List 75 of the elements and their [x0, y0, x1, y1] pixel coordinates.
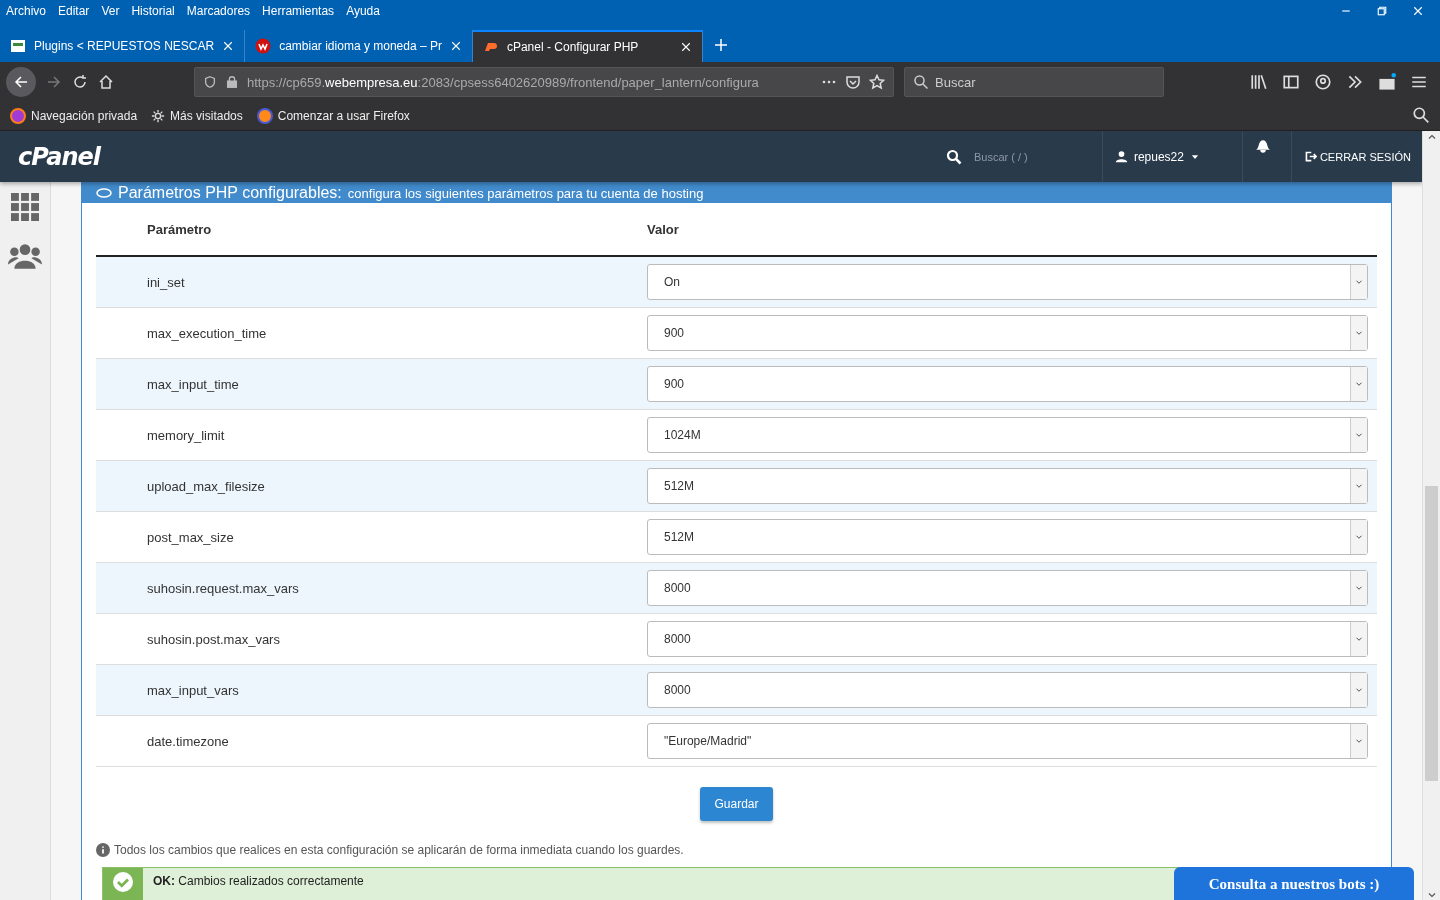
alert-message: OK: Cambios realizados correctamente: [152, 873, 365, 890]
close-icon: [449, 40, 462, 52]
account-icon: [1314, 73, 1332, 91]
panel-title: Parámetros PHP configurables:: [118, 184, 342, 202]
chevrons-icon: [1346, 73, 1364, 91]
value-dropdown[interactable]: 900: [647, 366, 1368, 402]
page-icon: [10, 38, 26, 54]
parameter-name: post_max_size: [146, 529, 235, 545]
shield-icon: [203, 75, 217, 89]
column-header: Valor: [647, 221, 680, 237]
user-icon: [1114, 150, 1128, 163]
cpanel-search-field[interactable]: Buscar ( / ): [945, 148, 1102, 165]
home-icon: [98, 74, 114, 90]
parameter-name: max_input_vars: [146, 682, 240, 698]
bell-icon: [1254, 137, 1271, 153]
parameter-name: memory_limit: [146, 427, 226, 443]
plus-icon: [712, 36, 729, 53]
library-icon: [1250, 73, 1268, 91]
search-icon: [945, 148, 962, 165]
menu-item[interactable]: Archivo: [6, 4, 46, 18]
parameter-name: date.timezone: [146, 733, 230, 749]
star-icon: [869, 74, 885, 90]
column-header: Parámetro: [146, 221, 213, 237]
value-dropdown[interactable]: 1024M: [647, 417, 1368, 453]
scrollbar-thumb[interactable]: [1425, 486, 1438, 781]
value-dropdown[interactable]: 512M: [647, 519, 1368, 555]
value-dropdown[interactable]: On: [647, 264, 1368, 300]
browser-search-field[interactable]: Buscar: [904, 67, 1164, 97]
value-dropdown[interactable]: 8000: [647, 621, 1368, 657]
parameter-name: upload_max_filesize: [146, 478, 266, 494]
parameter-name: max_execution_time: [146, 325, 268, 341]
bookmark-link[interactable]: Más visitados: [151, 109, 243, 123]
menu-item[interactable]: Marcadores: [186, 4, 251, 18]
cpanel-logo[interactable]: cPanel: [18, 142, 101, 171]
lock-icon: [225, 75, 239, 89]
address-field[interactable]: https://cp659.webempresa.eu:2083/cpsess6402620989/frontend/paper_lantern/configura: [194, 67, 894, 97]
circle-logo-icon: [255, 38, 272, 54]
info-icon: [96, 843, 110, 857]
panel-subtitle: configura los siguientes parámetros para tu cuenta de hosting: [347, 185, 704, 201]
menu-item[interactable]: Editar: [58, 4, 90, 18]
bookmark-link[interactable]: Navegación privada: [10, 108, 138, 124]
parameter-name: ini_set: [146, 274, 186, 290]
sidebar-icon: [1282, 73, 1300, 91]
grid-icon: [11, 193, 39, 221]
value-dropdown[interactable]: 512M: [647, 468, 1368, 504]
search-icon: [1412, 105, 1430, 124]
menu-item[interactable]: Herramientas: [262, 4, 335, 18]
check-icon: [113, 872, 133, 892]
info-note: Todos los cambios que realices en esta configuración se aplicarán de forma inmediata cuando los guardes.: [114, 843, 684, 857]
arrow-right-icon: [46, 74, 62, 90]
logout-icon: [1303, 150, 1317, 163]
back-button[interactable]: [6, 67, 36, 97]
menu-item[interactable]: Historial: [131, 4, 175, 18]
arrow-left-icon: [13, 74, 29, 90]
parameter-name: suhosin.post.max_vars: [146, 631, 281, 647]
parameter-name: suhosin.request.max_vars: [146, 580, 300, 596]
value-dropdown[interactable]: 8000: [647, 672, 1368, 708]
gear-icon: [151, 109, 166, 123]
close-icon: [679, 41, 692, 53]
close-icon: [222, 40, 235, 52]
restore-icon: [1376, 5, 1388, 17]
pocket-icon: [845, 74, 861, 90]
close-icon: [1412, 5, 1424, 17]
value-dropdown[interactable]: 8000: [647, 570, 1368, 606]
value-dropdown[interactable]: 900: [647, 315, 1368, 351]
save-button[interactable]: Guardar: [700, 787, 773, 821]
browser-tab[interactable]: cPanel - Configurar PHP: [472, 30, 703, 62]
reload-icon: [72, 74, 88, 90]
menu-item[interactable]: Ver: [101, 4, 120, 18]
bookmark-link[interactable]: Comenzar a usar Firefox: [256, 108, 410, 124]
parameter-name: max_input_time: [146, 376, 240, 392]
menu-item[interactable]: Ayuda: [346, 4, 380, 18]
search-icon: [913, 74, 929, 90]
chat-button[interactable]: Consulta a nuestros bots :): [1174, 867, 1414, 900]
value-dropdown[interactable]: "Europe/Madrid": [647, 723, 1368, 759]
